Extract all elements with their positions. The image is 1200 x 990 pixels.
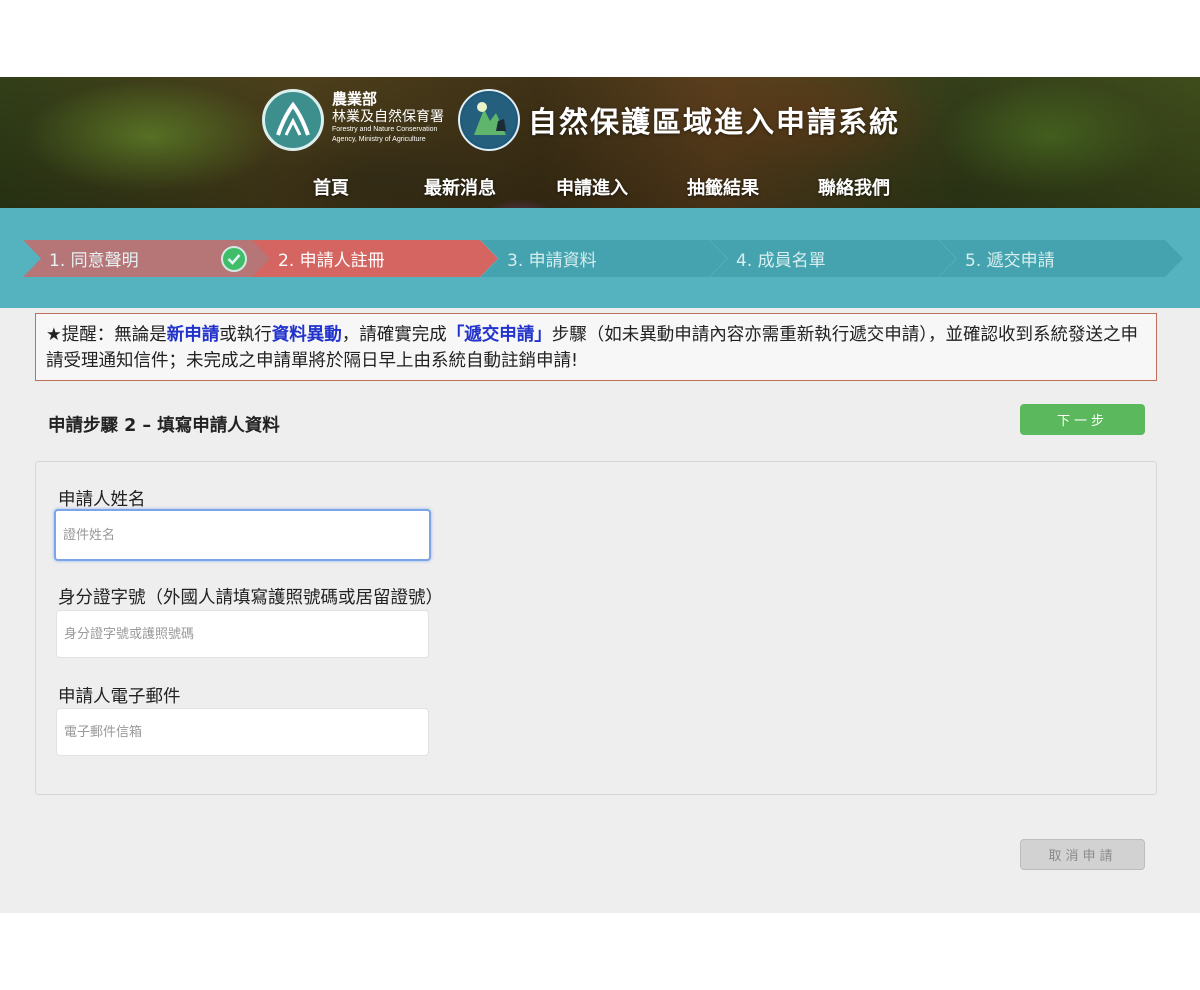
progress-steps: 1. 同意聲明 2. 申請人註冊 3. 申請資料 4. 成員名單 5. 遞交申請 (0, 208, 1200, 308)
main-content: ★提醒：無論是新申請或執行資料異動，請確實完成「遞交申請」步驟（如未異動申請內容… (0, 308, 1200, 913)
system-emblem-icon (458, 89, 520, 151)
step-5-label: 5. 遞交申請 (965, 251, 1055, 271)
step-2-label: 2. 申請人註冊 (278, 251, 385, 271)
nav-item-lottery-results[interactable]: 抽籤結果 (687, 174, 759, 200)
agency-name-line2: 林業及自然保育署 (332, 108, 444, 124)
reminder-notice: ★提醒：無論是新申請或執行資料異動，請確實完成「遞交申請」步驟（如未異動申請內容… (35, 313, 1157, 381)
name-label: 申請人姓名 (58, 490, 146, 510)
step-3-label: 3. 申請資料 (507, 251, 597, 271)
notice-prefix: ★提醒：無論是 (46, 325, 167, 345)
nav-item-contact[interactable]: 聯絡我們 (818, 174, 890, 200)
next-step-button[interactable]: 下一步 (1020, 404, 1145, 435)
notice-mid1: 或執行 (219, 325, 272, 345)
nav-item-news[interactable]: 最新消息 (424, 174, 496, 200)
name-input[interactable] (54, 509, 431, 561)
agency-name-en-line2: Agency, Ministry of Agriculture (332, 136, 426, 143)
applicant-form: 申請人姓名 身分證字號（外國人請填寫護照號碼或居留證號） 申請人電子郵件 (35, 461, 1157, 795)
email-input[interactable] (56, 708, 429, 756)
nav-item-home[interactable]: 首頁 (313, 174, 349, 200)
step-4-member-list: 4. 成員名單 (710, 240, 956, 277)
forestry-agency-logo-icon[interactable] (262, 89, 324, 151)
id-number-label: 身分證字號（外國人請填寫護照號碼或居留證號） (58, 588, 443, 608)
id-number-input[interactable] (56, 610, 429, 658)
step-4-label: 4. 成員名單 (736, 251, 826, 271)
notice-highlight-data-change: 資料異動 (271, 325, 342, 345)
header-banner: 農業部 林業及自然保育署 Forestry and Nature Conserv… (0, 77, 1200, 208)
check-icon (221, 246, 247, 272)
agency-name-en-line1: Forestry and Nature Conservation (332, 126, 438, 133)
step-2-applicant-registration: 2. 申請人註冊 (252, 240, 498, 277)
main-nav: 首頁 最新消息 申請進入 抽籤結果 聯絡我們 (0, 174, 1200, 200)
page-title: 申請步驟 2 – 填寫申請人資料 (48, 416, 280, 436)
step-1-label: 1. 同意聲明 (49, 251, 139, 271)
notice-highlight-submit: 「遞交申請」 (446, 325, 552, 345)
agency-name-line1: 農業部 (332, 91, 378, 108)
step-3-application-data: 3. 申請資料 (481, 240, 727, 277)
step-5-submit-application: 5. 遞交申請 (939, 240, 1183, 277)
email-label: 申請人電子郵件 (58, 687, 181, 707)
agency-name: 農業部 林業及自然保育署 Forestry and Nature Conserv… (332, 91, 444, 144)
site-title: 自然保護區域進入申請系統 (528, 105, 901, 139)
step-1-consent: 1. 同意聲明 (23, 240, 271, 277)
cancel-application-button[interactable]: 取消申請 (1020, 839, 1145, 870)
notice-mid2: ，請確實完成 (341, 325, 447, 345)
notice-highlight-new-application: 新申請 (166, 325, 220, 345)
nav-item-apply[interactable]: 申請進入 (556, 174, 628, 200)
